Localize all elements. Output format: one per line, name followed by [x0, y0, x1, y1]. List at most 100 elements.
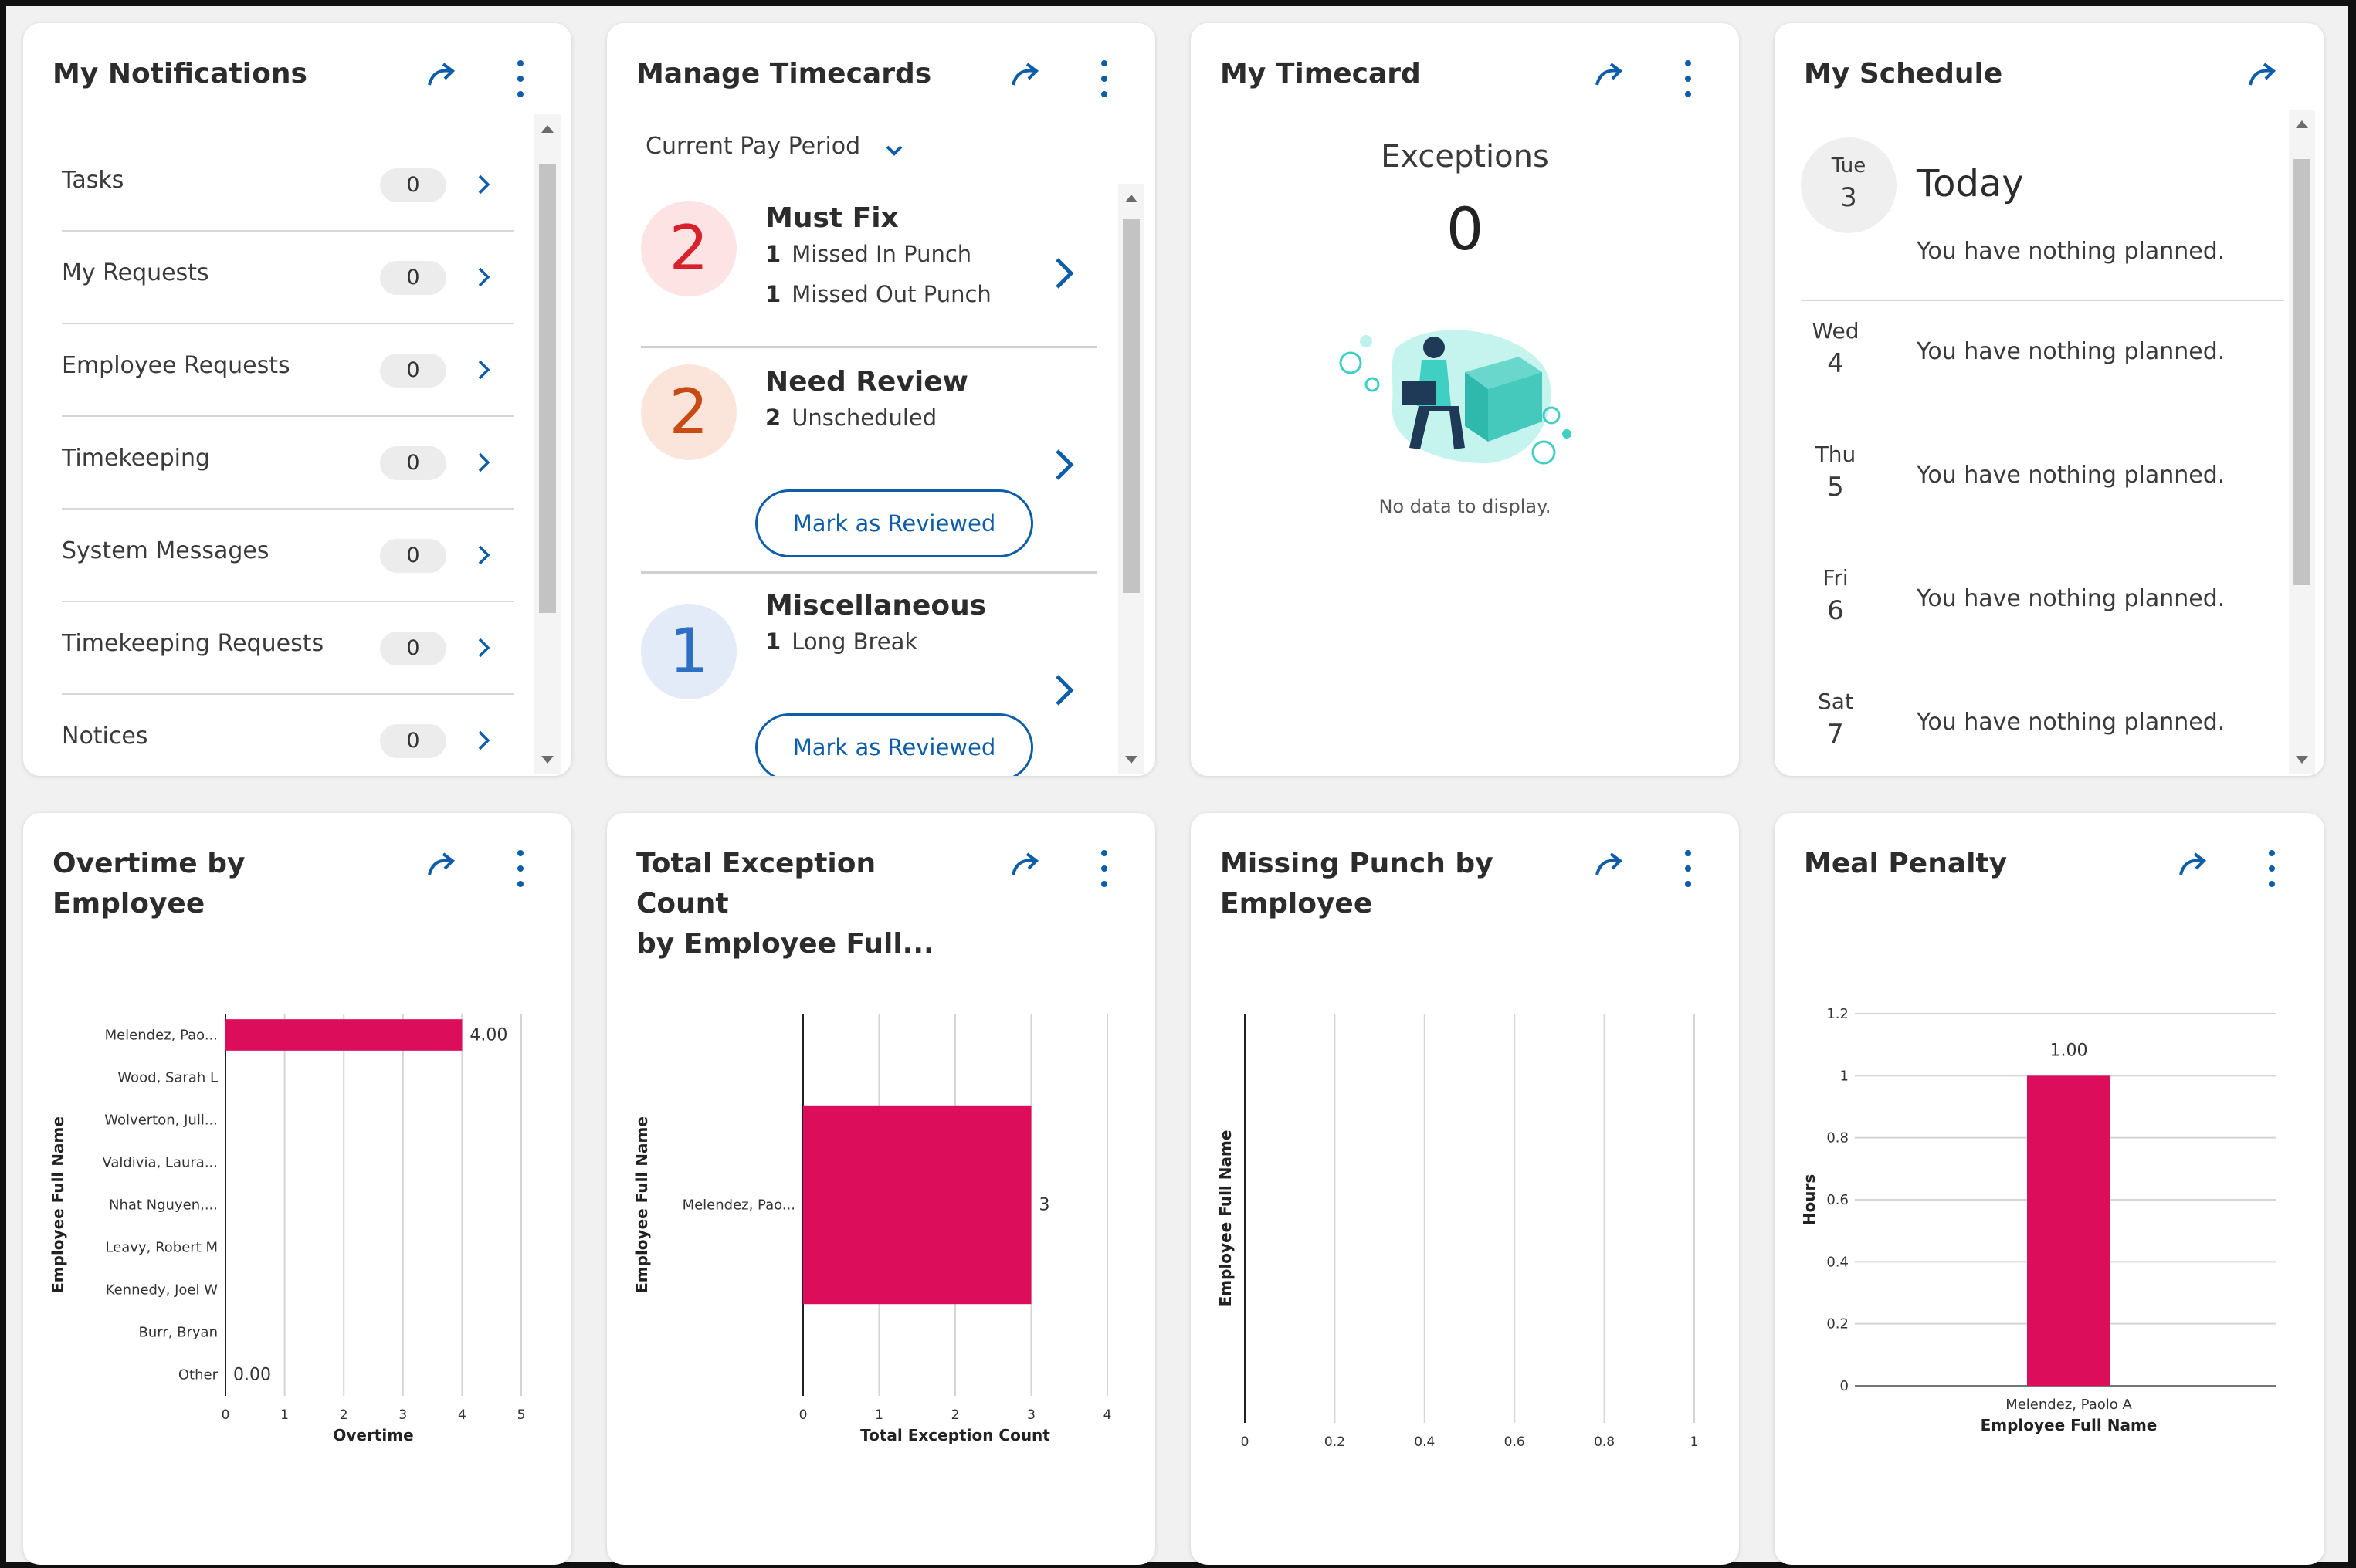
need-review-title: Need Review [765, 366, 968, 398]
x-tick-label: Melendez, Paolo A [2005, 1397, 2132, 1413]
tile-title: Total Exception Count by Employee Full... [636, 848, 934, 960]
chevron-right-icon[interactable] [471, 264, 497, 290]
y-axis-title: Employee Full Name [1216, 1130, 1235, 1307]
today-label: Today [1917, 162, 2024, 205]
notification-count-badge: 0 [380, 539, 446, 573]
today-date-badge: Tue 3 [1801, 137, 1897, 233]
tile-title: My Notifications [53, 58, 307, 90]
notification-row[interactable]: Employee Requests 0 [62, 324, 514, 417]
tile-title: Meal Penalty [1804, 848, 2008, 879]
exceptions-label: Exceptions [1381, 139, 1549, 174]
timecards-scrollbar[interactable] [1118, 184, 1144, 774]
tile-title: Missing Punch by Employee [1220, 848, 1493, 919]
y-tick-label: Wood, Sarah L [117, 1070, 218, 1086]
chevron-right-icon[interactable] [1051, 446, 1079, 483]
chevron-right-icon[interactable] [471, 449, 497, 476]
my-notifications-tile: My Notifications Tasks 0 My Requests 0 Emplo… [23, 23, 571, 776]
y-tick-label: Nhat Nguyen,... [109, 1197, 218, 1214]
tile-title: My Timecard [1220, 58, 1421, 90]
tile-title: Manage Timecards [636, 58, 932, 90]
y-tick-label: Other [178, 1367, 219, 1383]
notification-label: Timekeeping [62, 445, 211, 472]
miscellaneous-title: Miscellaneous [765, 590, 987, 621]
y-tick-label: Melendez, Pao... [105, 1028, 218, 1044]
go-to-arrow-icon[interactable] [2176, 848, 2210, 882]
scroll-up-icon[interactable] [1125, 195, 1137, 202]
schedule-empty-text: You have nothing planned. [1917, 585, 2225, 612]
notification-label: Employee Requests [62, 352, 290, 379]
tile-title: My Schedule [1804, 58, 2003, 90]
my-timecard-tile: My Timecard Exceptions 0 No data to disp… [1191, 23, 1739, 776]
more-options-icon[interactable] [1680, 57, 1696, 100]
must-fix-count-badge: 2 [641, 201, 737, 296]
scroll-up-icon[interactable] [541, 125, 554, 133]
scroll-down-icon[interactable] [2296, 756, 2308, 764]
go-to-arrow-icon[interactable] [1009, 59, 1042, 93]
meal-penalty-chart: 0 0.2 0.4 0.6 0.8 1 1.2 1.00 Melendez, Paolo A Em… [1800, 1006, 2276, 1434]
x-axis-title: Overtime [333, 1426, 413, 1444]
chevron-right-icon[interactable] [471, 542, 497, 568]
notification-row[interactable]: My Requests 0 [62, 232, 514, 324]
divider [641, 346, 1097, 348]
scroll-down-icon[interactable] [1125, 756, 1137, 764]
scroll-up-icon[interactable] [2296, 120, 2308, 128]
notification-count-badge: 0 [380, 261, 446, 295]
chevron-right-icon[interactable] [1051, 672, 1079, 709]
y-tick-label: Wolverton, Jull... [104, 1113, 218, 1129]
schedule-empty-text: You have nothing planned. [1917, 462, 2225, 489]
scroll-thumb[interactable] [1123, 219, 1140, 593]
mark-as-reviewed-button[interactable]: Mark as Reviewed [755, 713, 1033, 776]
tile-title: Overtime by Employee [53, 848, 246, 919]
schedule-scrollbar[interactable] [2289, 110, 2315, 774]
more-options-icon[interactable] [2264, 847, 2280, 890]
notification-row[interactable]: Timekeeping Requests 0 [62, 602, 514, 695]
notification-row[interactable]: Timekeeping 0 [62, 417, 514, 510]
mark-as-reviewed-button[interactable]: Mark as Reviewed [755, 489, 1033, 557]
x-tick-label: 5 [517, 1407, 526, 1423]
chevron-right-icon[interactable] [471, 635, 497, 661]
y-tick-label: 0.4 [1826, 1254, 1849, 1270]
go-to-arrow-icon[interactable] [1009, 848, 1042, 882]
notification-label: System Messages [62, 537, 269, 564]
notifications-scrollbar[interactable] [534, 114, 561, 774]
notification-row[interactable]: Tasks 0 [62, 139, 514, 232]
more-options-icon[interactable] [1097, 57, 1112, 100]
missing-punch-tile: Missing Punch by Employee 0 0.2 0.4 0.6 0.8 1 E… [1191, 813, 1739, 1565]
go-to-arrow-icon[interactable] [1592, 59, 1626, 93]
scroll-down-icon[interactable] [541, 756, 554, 764]
notification-label: Timekeeping Requests [62, 630, 324, 657]
notification-row[interactable]: Notices 0 [62, 695, 514, 776]
notification-count-badge: 0 [380, 446, 446, 480]
bar [803, 1105, 1032, 1305]
scroll-thumb[interactable] [539, 164, 556, 613]
must-fix-title: Must Fix [765, 202, 899, 234]
scroll-thumb[interactable] [2293, 159, 2310, 585]
y-axis-title: Employee Full Name [49, 1116, 67, 1293]
pay-period-select[interactable]: Current Pay Period [646, 133, 904, 168]
go-to-arrow-icon[interactable] [1592, 848, 1626, 882]
missing-punch-chart: 0 0.2 0.4 0.6 0.8 1 Employee Full Name [1216, 1014, 1698, 1450]
schedule-empty-text: You have nothing planned. [1917, 338, 2225, 365]
x-tick-label: 1 [280, 1407, 289, 1423]
chevron-right-icon[interactable] [471, 357, 497, 383]
x-tick-label: 4 [458, 1407, 466, 1423]
go-to-arrow-icon[interactable] [2246, 59, 2280, 93]
x-tick-label: 3 [398, 1407, 407, 1423]
more-options-icon[interactable] [1097, 847, 1112, 890]
notification-row[interactable]: System Messages 0 [62, 510, 514, 602]
divider [1801, 300, 2284, 301]
chevron-right-icon[interactable] [471, 171, 497, 198]
bar [225, 1019, 463, 1051]
pay-period-label: Current Pay Period [646, 133, 861, 160]
data-label: 4.00 [470, 1026, 507, 1045]
y-tick-label: 1 [1840, 1068, 1849, 1084]
overtime-chart: 0 1 2 3 4 5 Overtime Employee Full Name Melendez… [49, 1014, 526, 1444]
go-to-arrow-icon[interactable] [425, 848, 459, 882]
y-axis-title: Hours [1800, 1174, 1819, 1225]
chevron-right-icon[interactable] [471, 727, 497, 754]
chevron-right-icon[interactable] [1051, 255, 1079, 292]
more-options-icon[interactable] [513, 847, 528, 890]
go-to-arrow-icon[interactable] [425, 59, 459, 93]
more-options-icon[interactable] [513, 57, 528, 100]
more-options-icon[interactable] [1680, 847, 1696, 890]
